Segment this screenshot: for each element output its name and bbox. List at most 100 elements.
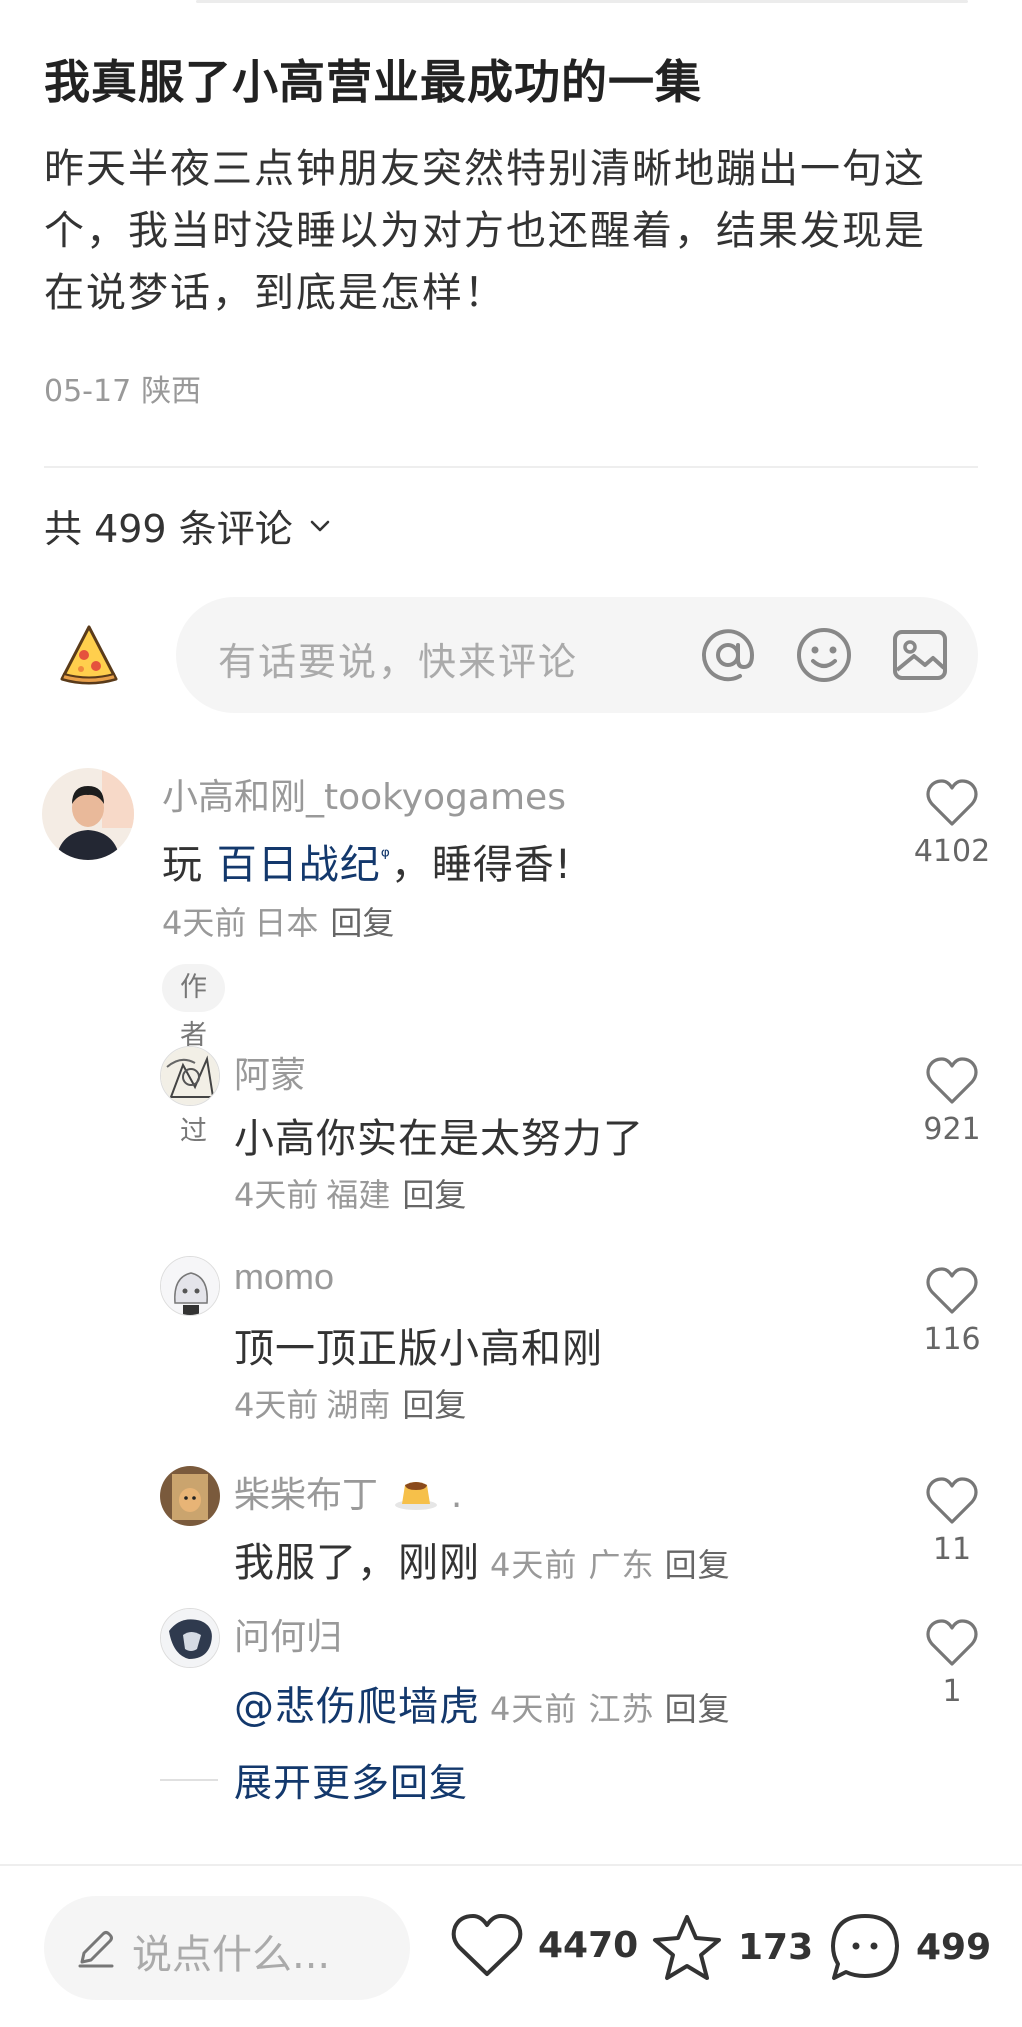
like-button[interactable]: 11 (897, 1476, 1007, 1567)
bottom-action-bar: 说点什么... 4470 173 499 (0, 1864, 1022, 2027)
heart-icon (926, 1619, 978, 1666)
reply-time: 4天前 (234, 1386, 319, 1424)
section-divider (44, 466, 978, 468)
reply-button[interactable]: 回复 (330, 904, 394, 942)
reply-button[interactable]: 回复 (665, 1546, 731, 1584)
favorite-button[interactable]: 173 (650, 1912, 813, 1982)
reply-time: 4天前 (490, 1546, 578, 1584)
like-button[interactable]: 1 (897, 1618, 1007, 1709)
favorite-count: 173 (738, 1926, 814, 1968)
like-count: 11 (932, 1532, 972, 1567)
reply-location: 福建 (326, 1176, 391, 1214)
heart-icon (451, 1914, 523, 1976)
comment-time: 4天前 (162, 904, 247, 942)
reply-meta: 4天前 江苏 回复 (490, 1690, 731, 1728)
comment-author-name[interactable]: 小高和刚_tookyogames (162, 768, 566, 820)
like-button[interactable]: 116 (897, 1266, 1007, 1357)
pencil-icon (78, 1931, 114, 1968)
comment-count: 499 (916, 1926, 992, 1968)
post-location: 陕西 (141, 374, 202, 409)
search-mark-icon: ᵠ (380, 844, 391, 870)
reply-location: 江苏 (588, 1690, 655, 1728)
like-button[interactable]: 4102 (897, 778, 1007, 869)
post-title: 我真服了小高营业最成功的一集 (44, 55, 702, 109)
user-avatar-image (42, 768, 134, 860)
reply-author-name-suffix: . (450, 1475, 463, 1516)
user-avatar-image (161, 1047, 219, 1105)
reply-time: 4天前 (234, 1176, 319, 1214)
emoji-icon[interactable] (792, 623, 856, 687)
post-body-line: 在说梦话，到底是怎样！ (44, 270, 506, 316)
comment-topic-link[interactable]: 百日战纪ᵠ (217, 842, 391, 888)
avatar[interactable] (160, 1466, 220, 1526)
comment-composer: 有话要说，快来评论 (44, 597, 978, 713)
comment-button[interactable]: 499 (828, 1912, 991, 1982)
reply-text: @悲伤爬墙虎 4天前 江苏 回复 (234, 1674, 731, 1732)
reply-button[interactable]: 回复 (402, 1386, 466, 1424)
expand-more-replies[interactable]: 展开更多回复 (160, 1752, 468, 1807)
reply-author-name[interactable]: 问何归 (234, 1608, 342, 1660)
avatar[interactable] (160, 1046, 220, 1106)
user-avatar-image (161, 1609, 219, 1667)
like-count: 921 (923, 1112, 981, 1147)
reply-location: 湖南 (326, 1386, 391, 1424)
avatar[interactable] (42, 768, 134, 860)
comment-meta: 4天前 日本 回复 (162, 898, 394, 944)
image-icon[interactable] (888, 623, 952, 687)
comment-location: 日本 (254, 904, 319, 942)
comment-bubble-icon (831, 1914, 899, 1980)
at-icon[interactable] (696, 623, 760, 687)
reply-author-name[interactable]: 柴柴布丁 . (234, 1466, 462, 1518)
heart-icon (926, 1477, 978, 1524)
post-body-line: 个，我当时没睡以为对方也还醒着，结果发现是 (44, 208, 926, 254)
post-content: 我真服了小高营业最成功的一集 昨天半夜三点钟朋友突然特别清晰地蹦出一句这 个，我… (44, 50, 984, 324)
like-count: 1 (942, 1674, 962, 1709)
reply-author-name-text: 柴柴布丁 (234, 1475, 379, 1516)
post-like-button[interactable]: 4470 (450, 1912, 638, 1978)
reply-time: 4天前 (490, 1690, 578, 1728)
comment-input-placeholder: 有话要说，快来评论 (218, 640, 579, 684)
heart-icon (926, 1057, 978, 1104)
expand-dash (160, 1778, 218, 1781)
comment-text: 玩 百日战纪ᵠ，睡得香! (162, 832, 572, 890)
mention-link[interactable]: @悲伤爬墙虎 (234, 1684, 480, 1730)
author-liked-badge: 作者赞过 (162, 964, 225, 1147)
user-avatar-image (161, 1257, 219, 1315)
like-count: 4102 (913, 834, 991, 869)
reply-text: 顶一顶正版小高和刚 (234, 1326, 603, 1372)
post-meta: 05-17 陕西 (44, 366, 201, 410)
post-like-count: 4470 (538, 1924, 639, 1966)
chevron-down-icon (310, 520, 330, 531)
comment-input[interactable]: 有话要说，快来评论 (176, 597, 978, 713)
pudding-emoji-icon (395, 1482, 438, 1510)
star-icon (653, 1915, 721, 1980)
expand-more-label: 展开更多回复 (234, 1761, 469, 1805)
reply-meta: 4天前 福建 回复 (234, 1170, 466, 1216)
heart-icon (926, 779, 978, 826)
avatar[interactable] (160, 1256, 220, 1316)
post-body: 昨天半夜三点钟朋友突然特别清晰地蹦出一句这 个，我当时没睡以为对方也还醒着，结果… (44, 138, 984, 324)
comment-topic-link-text: 百日战纪 (216, 842, 381, 888)
reply-author-name[interactable]: 阿蒙 (234, 1046, 306, 1098)
reply-button[interactable]: 回复 (665, 1690, 731, 1728)
reply-button[interactable]: 回复 (402, 1176, 466, 1214)
reply-location: 广东 (588, 1546, 655, 1584)
comment-count-label: 共 499 条评论 (44, 507, 293, 551)
pizza-avatar-icon (60, 625, 118, 685)
avatar[interactable] (160, 1608, 220, 1668)
say-something-input[interactable]: 说点什么... (44, 1896, 410, 2000)
top-edge-divider (196, 0, 968, 3)
post-date: 05-17 (44, 374, 132, 409)
reply-meta: 4天前 广东 回复 (490, 1546, 731, 1584)
like-button[interactable]: 921 (897, 1056, 1007, 1147)
comment-count-sort[interactable]: 共 499 条评论 (44, 498, 333, 553)
heart-icon (926, 1267, 978, 1314)
reply-author-name[interactable]: momo (234, 1256, 334, 1298)
reply-text: 小高你实在是太努力了 (234, 1116, 644, 1162)
like-count: 116 (923, 1322, 981, 1357)
reply-text: 我服了，刚刚 4天前 广东 回复 (234, 1530, 731, 1588)
post-body-line: 昨天半夜三点钟朋友突然特别清晰地蹦出一句这 (44, 146, 926, 192)
comment-text-prefix: 玩 (162, 842, 217, 888)
reply-meta: 4天前 湖南 回复 (234, 1380, 466, 1426)
reply-text-content: 我服了，刚刚 (234, 1540, 480, 1586)
